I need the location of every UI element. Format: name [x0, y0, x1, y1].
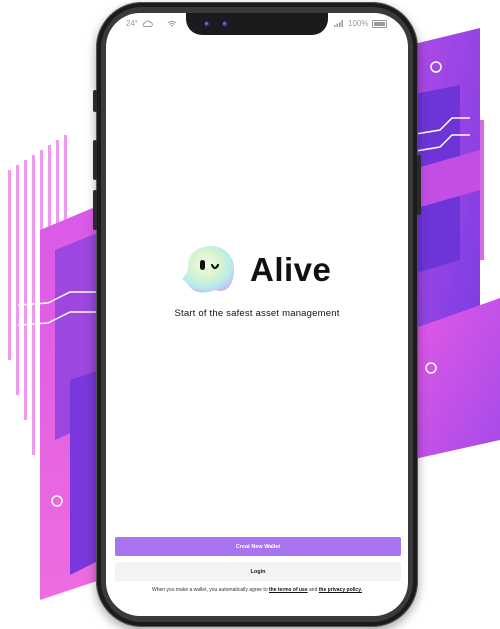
- ghost-mascot-icon: [182, 246, 234, 293]
- app-logo: Alive: [180, 244, 331, 296]
- battery-icon: [372, 19, 388, 28]
- status-bar-left: 24°: [126, 19, 177, 28]
- camera-icon: [202, 19, 212, 29]
- terms-of-use-link[interactable]: the terms of use: [269, 587, 308, 593]
- terms-notice: When you make a wallet, you automaticall…: [106, 587, 408, 593]
- brand-name: Alive: [250, 251, 332, 288]
- create-wallet-button[interactable]: Creat New Wallet: [115, 537, 401, 556]
- cloud-icon: [142, 20, 153, 27]
- left-stripes: [8, 135, 100, 600]
- battery-percent-label: 100%: [348, 19, 369, 28]
- phone-notch: [186, 13, 328, 35]
- right-stripes: [409, 28, 500, 460]
- front-camera-icon: [220, 19, 230, 29]
- wifi-icon: [167, 20, 177, 26]
- phone-side-button-left-1: [93, 90, 97, 112]
- privacy-policy-link[interactable]: the privacy policy.: [319, 587, 362, 593]
- login-button[interactable]: Login: [115, 562, 401, 581]
- phone-side-button-left-2: [93, 140, 97, 180]
- phone-side-button-left-3: [93, 190, 97, 230]
- terms-conjunction: and: [309, 587, 318, 593]
- terms-prefix: When you make a wallet, you automaticall…: [151, 587, 268, 593]
- app-screen: 24° 100% Alive Start of the safest asset…: [106, 13, 408, 616]
- temperature-label: 24°: [126, 19, 139, 28]
- status-bar-right: 100%: [334, 19, 388, 28]
- phone-side-button-right: [417, 155, 421, 215]
- signal-icon: [334, 20, 343, 27]
- tagline: Start of the safest asset management: [174, 308, 340, 319]
